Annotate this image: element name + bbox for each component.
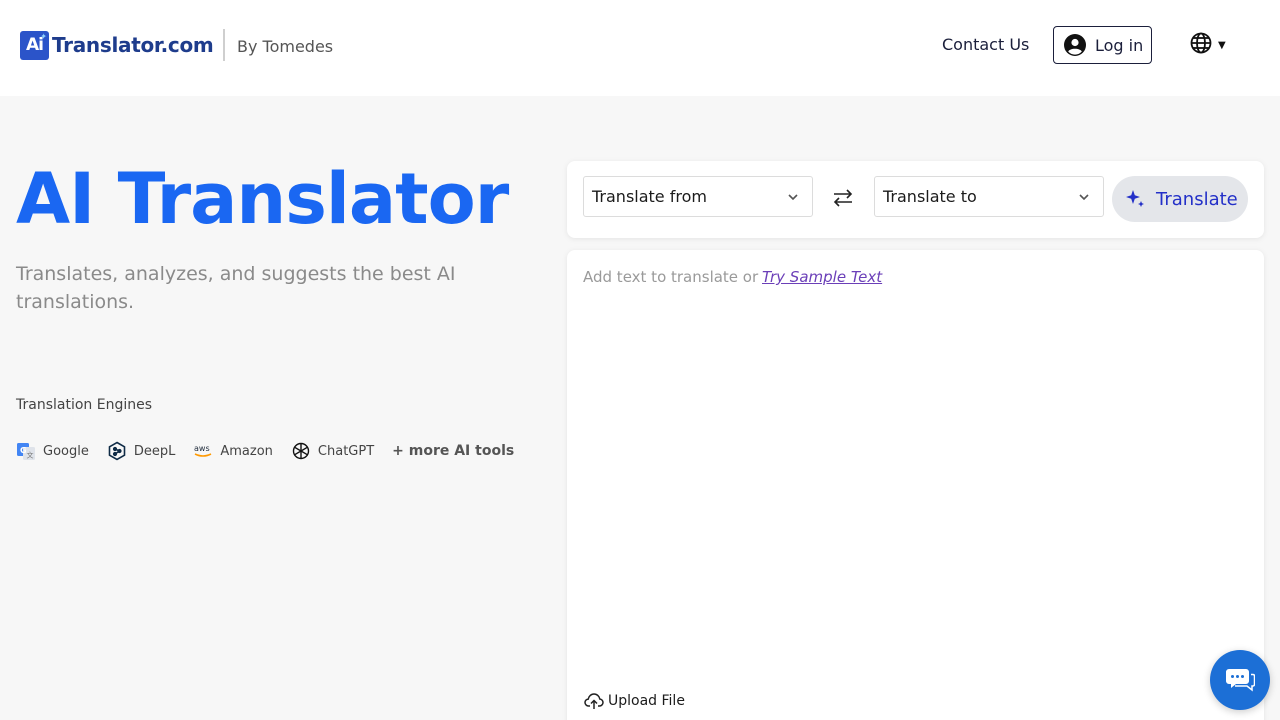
chevron-down-icon [1079,194,1089,201]
logo-badge-icon: Ai ✦ [20,30,49,60]
by-tomedes-label: By Tomedes [237,37,334,56]
chevron-down-icon [788,194,798,201]
globe-icon [1190,32,1212,58]
engine-label: DeepL [133,443,176,459]
logo-divider [223,29,225,61]
chat-widget-button[interactable] [1210,650,1270,710]
engine-label: ChatGPT [317,443,375,459]
source-language-label: Translate from [592,187,707,206]
aws-icon: aws [193,441,213,461]
source-text-placeholder: Add text to translate or [583,268,759,286]
source-language-select[interactable]: Translate from [583,176,813,217]
sparkle-icon [1126,190,1144,207]
engine-amazon: aws Amazon [193,441,273,461]
engines-list: G 文 Google DeepL aws Amazon ChatGPT + mo… [16,440,514,462]
chat-bubble-icon [1226,669,1255,692]
source-text-panel[interactable]: Add text to translate or Try Sample Text… [567,250,1264,720]
engine-google: G 文 Google [16,441,89,461]
engine-deepl: DeepL [107,441,176,461]
swap-languages-icon[interactable] [831,188,855,208]
login-label: Log in [1095,35,1144,55]
engines-heading: Translation Engines [16,397,153,413]
site-logo[interactable]: Ai ✦ Translator.com [20,30,214,60]
contact-us-link[interactable]: Contact Us [942,35,1029,54]
google-translate-icon: G 文 [16,441,36,461]
upload-file-button[interactable]: Upload File [584,692,685,710]
engine-chatgpt: ChatGPT [291,441,374,461]
translate-controls-bar: Translate from Translate to Translate [567,161,1264,238]
translate-button-label: Translate [1156,188,1238,210]
logo-text: Translator.com [52,33,214,57]
page-subtitle: Translates, analyzes, and suggests the b… [16,263,456,313]
logo-spark-icon: ✦ [40,31,47,41]
svg-text:文: 文 [27,451,34,460]
user-account-icon [1064,34,1086,56]
target-language-select[interactable]: Translate to [874,176,1104,217]
engine-label: Amazon [220,443,273,459]
cloud-upload-icon [584,693,604,709]
deepl-icon [107,441,127,461]
translate-button[interactable]: Translate [1112,176,1248,222]
login-button[interactable]: Log in [1053,26,1152,64]
try-sample-text-link[interactable]: Try Sample Text [762,268,882,286]
more-ai-tools-link[interactable]: + more AI tools [392,443,514,459]
target-language-label: Translate to [883,187,977,206]
engine-label: Google [43,443,89,459]
site-header: Ai ✦ Translator.com By Tomedes Contact U… [0,0,1280,96]
svg-text:aws: aws [194,444,210,453]
upload-file-label: Upload File [608,693,685,709]
caret-down-icon: ▼ [1218,39,1226,51]
openai-icon [291,441,311,461]
page-title: AI Translator [16,158,509,240]
language-selector[interactable]: ▼ [1190,32,1226,58]
